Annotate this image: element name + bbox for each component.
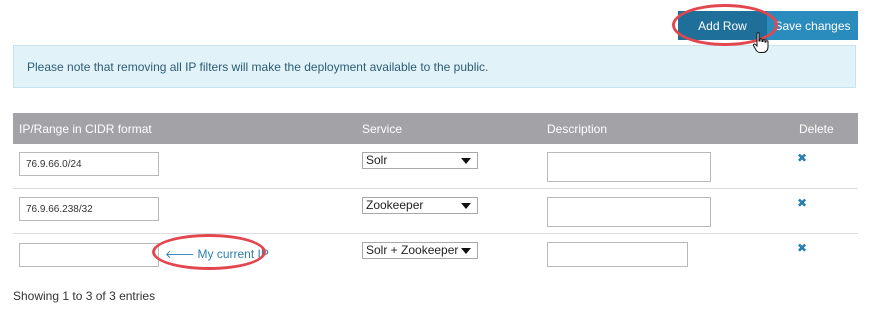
my-current-ip-label: My current IP: [197, 247, 269, 261]
notice-banner: Please note that removing all IP filters…: [13, 45, 856, 88]
description-input[interactable]: [547, 242, 688, 267]
ip-range-input[interactable]: [19, 197, 159, 221]
chevron-down-icon: [461, 158, 471, 164]
ip-filter-table: IP/Range in CIDR format Service Descript…: [13, 113, 858, 278]
table-row: Zookeeper ✖: [13, 189, 858, 234]
my-current-ip-link[interactable]: 🡐 My current IP: [163, 244, 271, 264]
service-select[interactable]: Solr + Zookeeper: [362, 242, 478, 259]
close-icon[interactable]: ✖: [797, 196, 807, 210]
description-input[interactable]: [547, 152, 711, 182]
ip-range-input[interactable]: [19, 152, 159, 176]
close-icon[interactable]: ✖: [797, 151, 807, 165]
ip-range-input[interactable]: [19, 243, 159, 267]
column-header-delete: Delete: [799, 122, 834, 136]
service-select-value: Solr: [366, 153, 388, 167]
table-header: IP/Range in CIDR format Service Descript…: [13, 113, 858, 144]
service-select-value: Solr + Zookeeper: [366, 243, 459, 257]
save-changes-button[interactable]: Save changes: [767, 11, 858, 40]
service-select[interactable]: Solr: [362, 152, 478, 169]
table-row: 🡐 My current IP Solr + Zookeeper ✖: [13, 234, 858, 278]
close-icon[interactable]: ✖: [797, 241, 807, 255]
column-header-ip: IP/Range in CIDR format: [19, 122, 152, 136]
chevron-down-icon: [461, 248, 471, 254]
column-header-service: Service: [362, 122, 403, 136]
column-header-description: Description: [547, 122, 608, 136]
table-row: Solr ✖: [13, 144, 858, 189]
hand-pointer-icon: [752, 32, 769, 53]
service-select-value: Zookeeper: [366, 198, 424, 212]
service-select[interactable]: Zookeeper: [362, 197, 478, 214]
table-summary: Showing 1 to 3 of 3 entries: [13, 289, 156, 303]
arrow-left-icon: 🡐: [165, 249, 195, 261]
chevron-down-icon: [461, 203, 471, 209]
notice-text: Please note that removing all IP filters…: [27, 59, 489, 74]
description-input[interactable]: [547, 197, 711, 227]
